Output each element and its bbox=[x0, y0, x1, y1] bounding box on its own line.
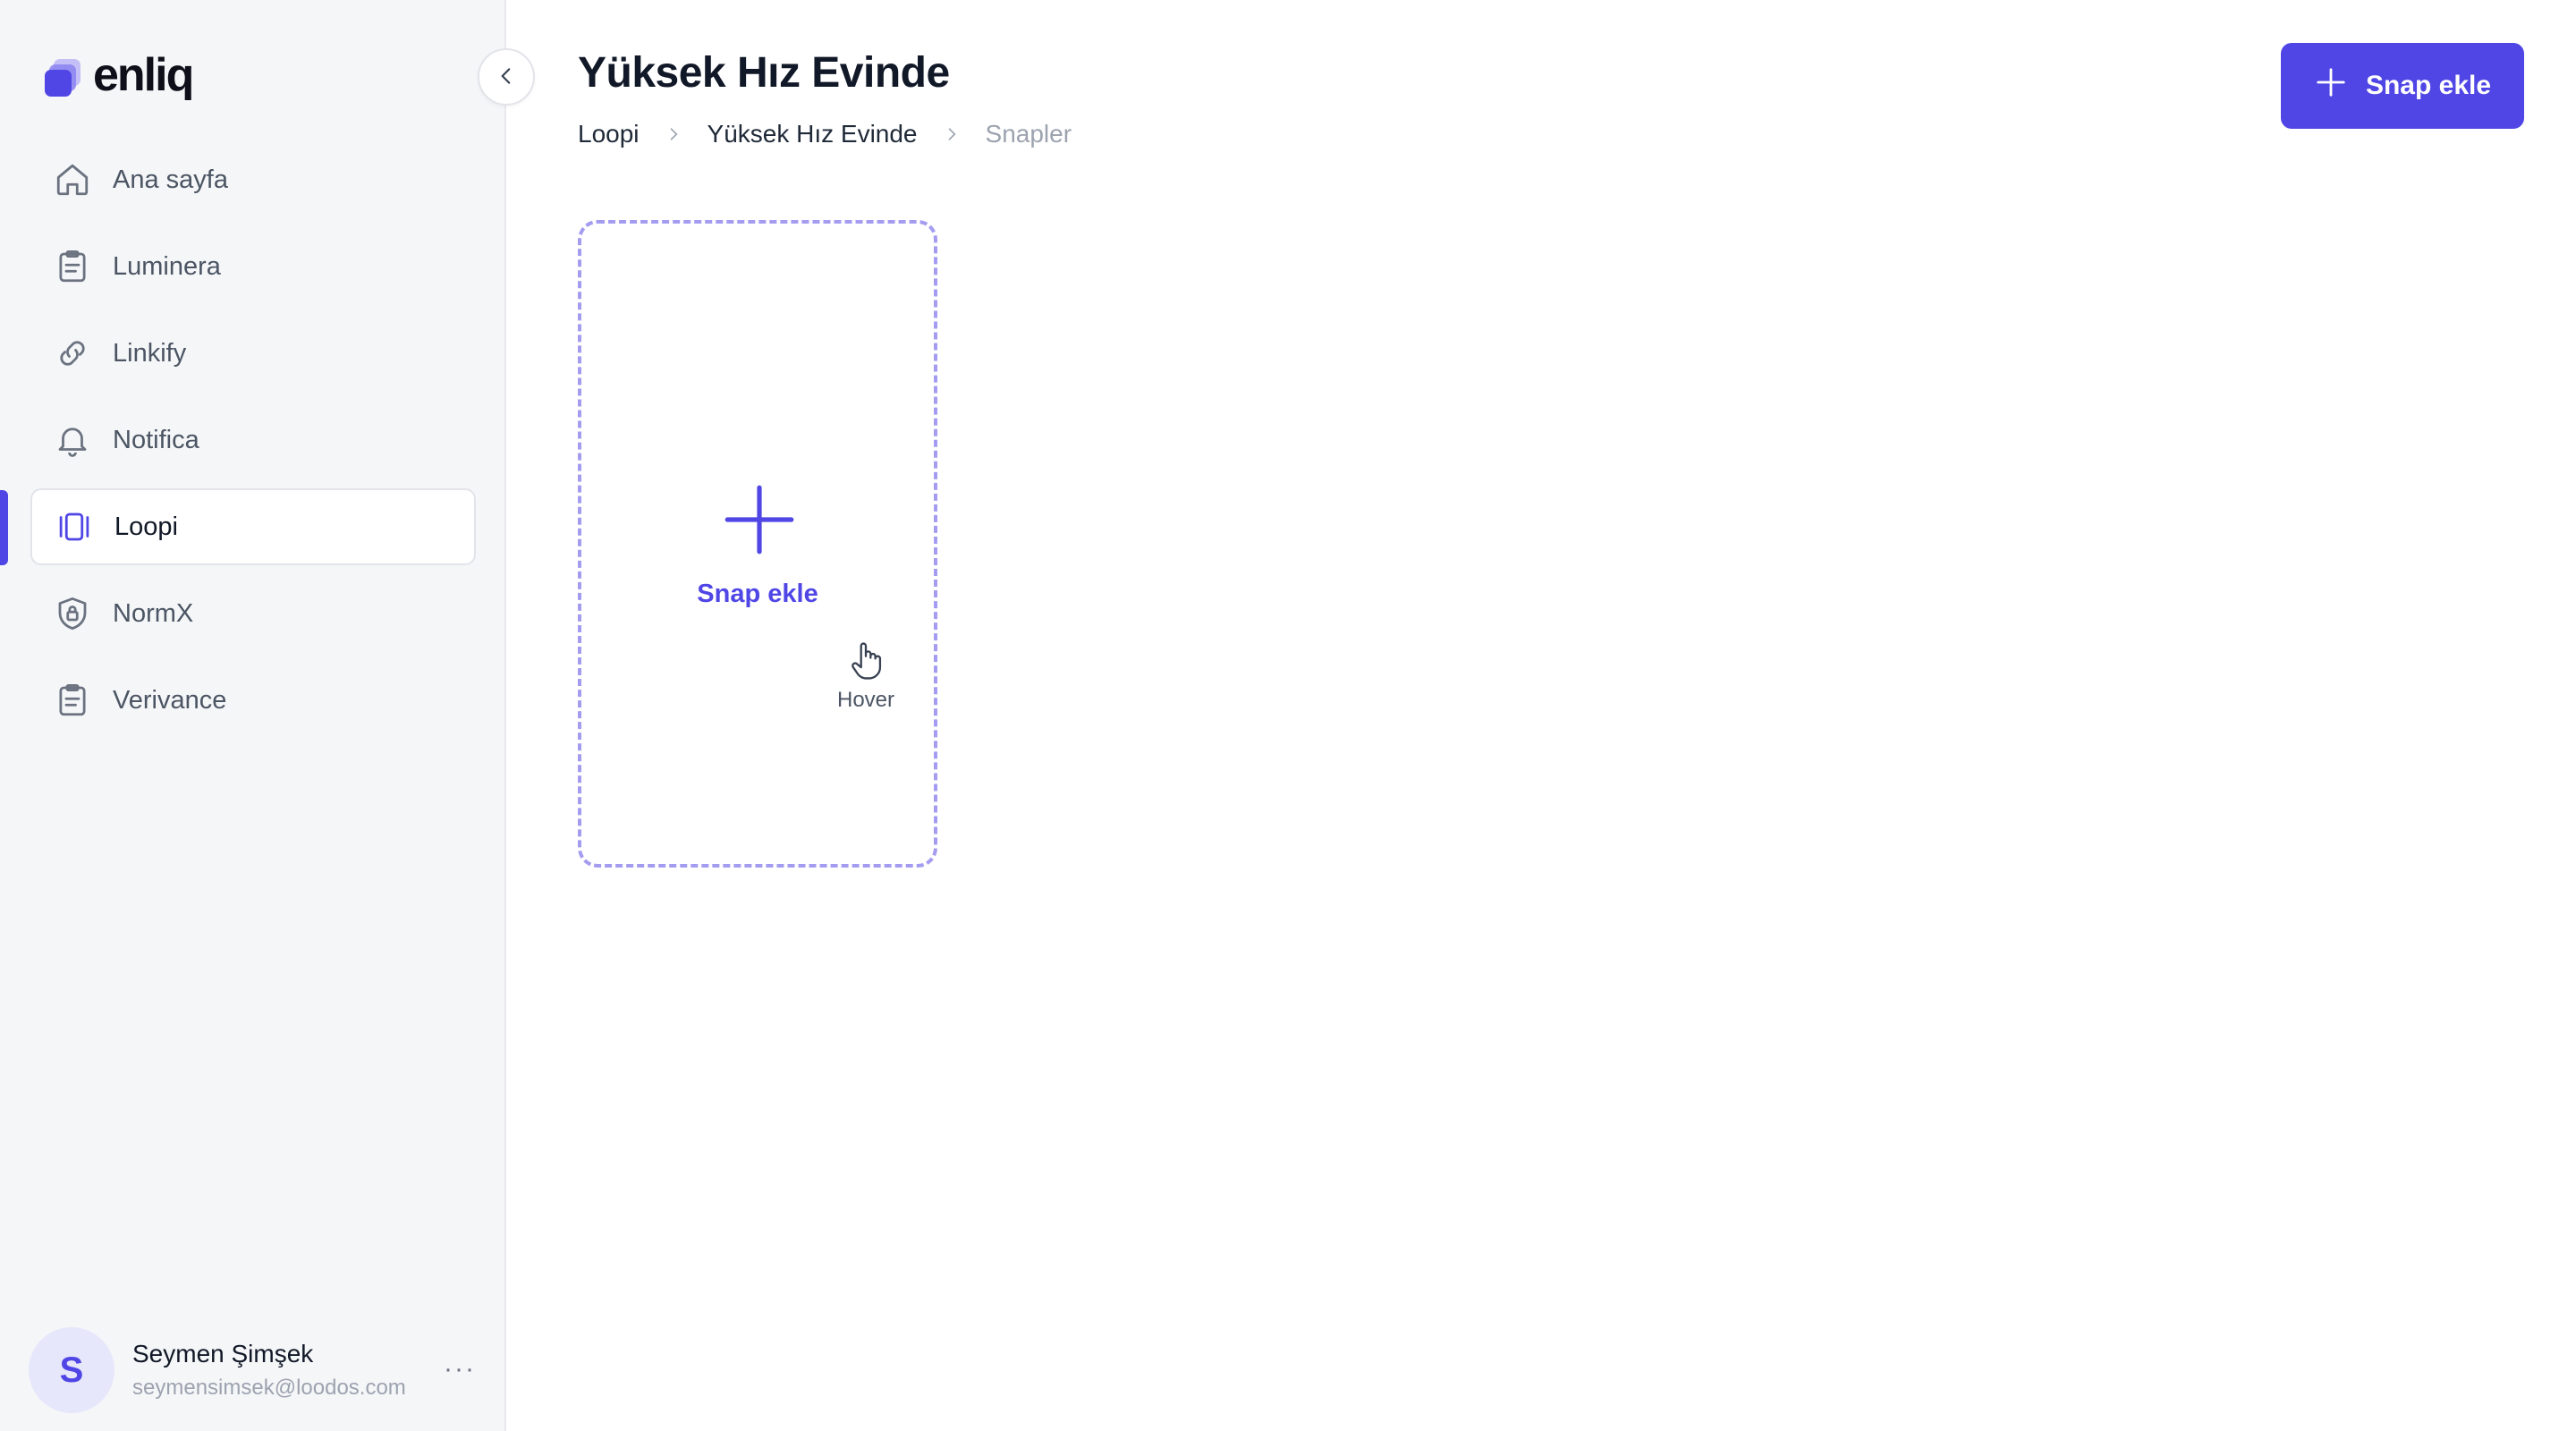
add-snap-card-label: Snap ekle bbox=[697, 580, 818, 608]
sidebar-item-notifica[interactable]: Notifica bbox=[30, 402, 476, 478]
sidebar-item-label: Luminera bbox=[113, 251, 221, 281]
chevron-left-icon bbox=[495, 64, 518, 90]
sidebar-item-label: Loopi bbox=[114, 512, 178, 541]
add-snap-card[interactable]: Snap ekle Hover bbox=[578, 220, 937, 868]
sidebar-item-ana-sayfa[interactable]: Ana sayfa bbox=[30, 141, 476, 218]
hover-hint: Hover bbox=[816, 640, 916, 713]
sidebar-item-label: NormX bbox=[113, 598, 194, 628]
clipboard-icon bbox=[52, 680, 93, 721]
chevron-right-icon bbox=[665, 125, 682, 143]
add-snap-button[interactable]: Snap ekle bbox=[2281, 43, 2524, 129]
chevron-right-icon bbox=[943, 125, 961, 143]
clipboard-icon bbox=[52, 246, 93, 287]
sidebar-item-label: Notifica bbox=[113, 425, 199, 454]
collapse-sidebar-button[interactable] bbox=[478, 48, 535, 106]
logo-icon bbox=[43, 57, 84, 98]
avatar: S bbox=[29, 1327, 114, 1413]
sidebar-item-linkify[interactable]: Linkify bbox=[30, 315, 476, 392]
breadcrumb-item[interactable]: Loopi bbox=[578, 120, 640, 148]
sidebar-nav: Ana sayfa Luminera Linkify Notifica Loop… bbox=[30, 141, 476, 749]
plus-icon bbox=[724, 485, 794, 555]
carousel-icon bbox=[54, 506, 95, 547]
sidebar-item-loopi[interactable]: Loopi bbox=[30, 488, 476, 565]
more-options-icon[interactable]: ··· bbox=[444, 1354, 476, 1384]
sidebar-item-normx[interactable]: NormX bbox=[30, 575, 476, 652]
sidebar-item-label: Ana sayfa bbox=[113, 165, 228, 194]
home-icon bbox=[52, 159, 93, 200]
brand-logo[interactable]: enliq bbox=[43, 52, 194, 98]
brand-name: enliq bbox=[93, 49, 194, 101]
pointer-hand-icon bbox=[846, 642, 886, 685]
breadcrumb-current: Snapler bbox=[985, 120, 1072, 148]
sidebar-item-verivance[interactable]: Verivance bbox=[30, 662, 476, 739]
plus-icon bbox=[2314, 65, 2348, 106]
add-snap-button-label: Snap ekle bbox=[2365, 71, 2492, 100]
user-profile[interactable]: S Seymen Şimşek seymensimsek@loodos.com … bbox=[29, 1327, 476, 1413]
sidebar: enliq Ana sayfa Luminera Linkify Notific… bbox=[0, 0, 506, 1431]
link-icon bbox=[52, 333, 93, 374]
active-indicator bbox=[0, 490, 8, 565]
breadcrumb-item[interactable]: Yüksek Hız Evinde bbox=[708, 120, 918, 148]
user-email: seymensimsek@loodos.com bbox=[132, 1376, 406, 1400]
page-title: Yüksek Hız Evinde bbox=[578, 49, 950, 97]
shield-lock-icon bbox=[52, 593, 93, 634]
user-name: Seymen Şimşek bbox=[132, 1340, 314, 1367]
bell-icon bbox=[52, 419, 93, 461]
sidebar-item-label: Linkify bbox=[113, 338, 187, 368]
hover-label: Hover bbox=[836, 688, 895, 712]
breadcrumb: Loopi Yüksek Hız Evinde Snapler bbox=[578, 120, 1072, 148]
sidebar-item-luminera[interactable]: Luminera bbox=[30, 228, 476, 305]
sidebar-item-label: Verivance bbox=[113, 685, 227, 715]
